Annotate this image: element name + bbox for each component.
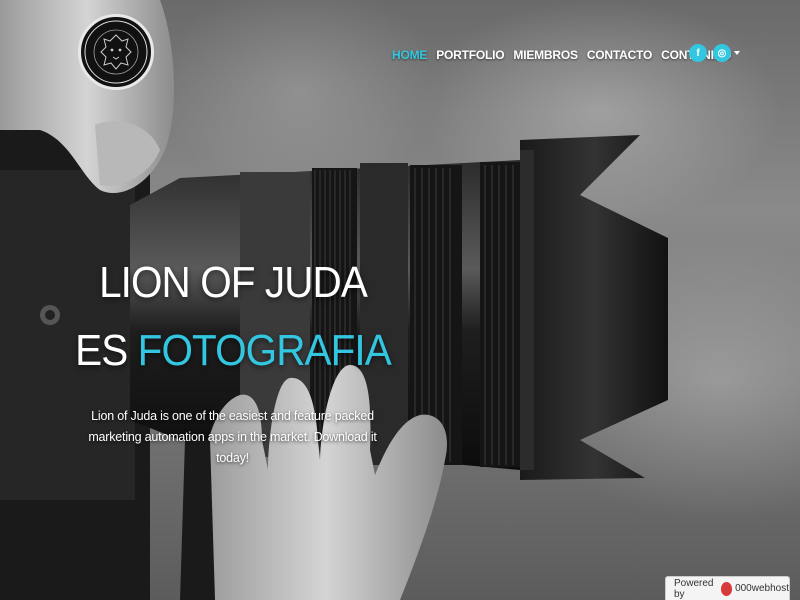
instagram-icon[interactable]: ◎: [713, 44, 731, 62]
lion-emblem-icon: [84, 20, 148, 84]
powered-by-badge[interactable]: Powered by 000webhost: [665, 576, 790, 600]
powered-by-label: Powered by: [674, 577, 714, 600]
host-name: 000webhost: [735, 583, 789, 594]
hero-title-line2: ES FOTOGRAFIA: [19, 326, 448, 376]
nav-contacto[interactable]: CONTACTO: [587, 48, 652, 62]
nav-miembros[interactable]: MIEMBROS: [513, 48, 578, 62]
hero-title-prefix: ES: [75, 326, 138, 375]
chevron-down-icon: [734, 50, 741, 55]
host-logo-icon: [720, 581, 733, 596]
hero-title-line1: LION OF JUDA: [99, 258, 368, 307]
hero-subtitle: Lion of Juda is one of the easiest and f…: [88, 409, 377, 465]
brand-logo[interactable]: [78, 14, 154, 90]
nav-portfolio[interactable]: PORTFOLIO: [436, 48, 504, 62]
facebook-icon[interactable]: f: [689, 44, 707, 62]
hero-title-accent: FOTOGRAFIA: [137, 326, 392, 375]
hero-background: HOME PORTFOLIO MIEMBROS CONTACTO CONTENI…: [0, 0, 800, 600]
nav-home[interactable]: HOME: [392, 48, 427, 62]
